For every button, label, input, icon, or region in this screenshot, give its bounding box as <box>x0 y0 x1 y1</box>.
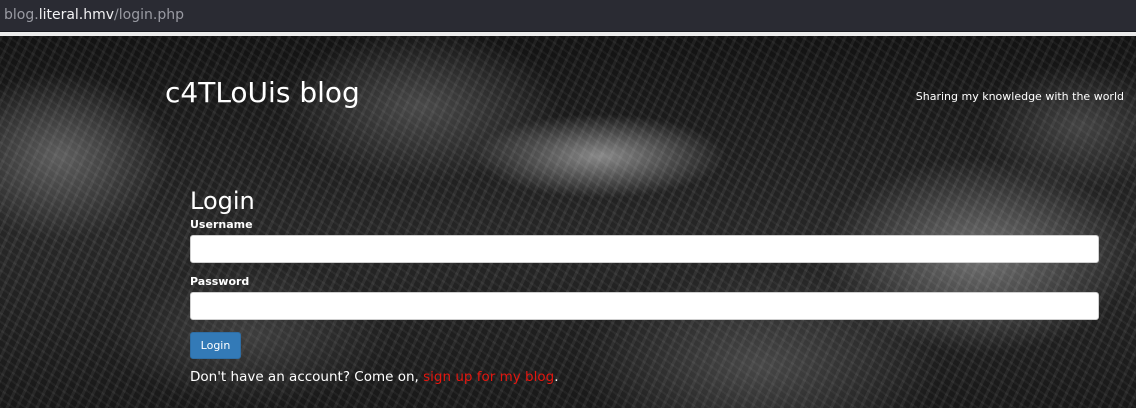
address-bar[interactable]: blog.literal.hmv/login.php <box>0 0 1136 32</box>
username-label: Username <box>190 218 253 231</box>
site-tagline: Sharing my knowledge with the world <box>915 90 1124 103</box>
login-heading: Login <box>190 187 255 215</box>
signup-link[interactable]: sign up for my blog <box>423 369 554 385</box>
url-subdomain: blog. <box>4 7 39 23</box>
url-host: literal.hmv <box>38 7 115 23</box>
password-label: Password <box>190 275 250 288</box>
site-title[interactable]: c4TLoUis blog <box>165 76 360 109</box>
username-input[interactable] <box>190 235 1099 263</box>
url-path: /login.php <box>114 7 184 23</box>
login-form: Login Username Password Login Don't have… <box>190 186 1099 385</box>
hero-background: c4TLoUis blog Sharing my knowledge with … <box>0 36 1136 408</box>
password-input[interactable] <box>190 292 1099 320</box>
login-button[interactable]: Login <box>190 332 241 359</box>
signup-suffix-text: . <box>554 369 559 385</box>
signup-prompt: Don't have an account? Come on, sign up … <box>190 369 1099 385</box>
signup-prefix-text: Don't have an account? Come on, <box>190 369 424 385</box>
